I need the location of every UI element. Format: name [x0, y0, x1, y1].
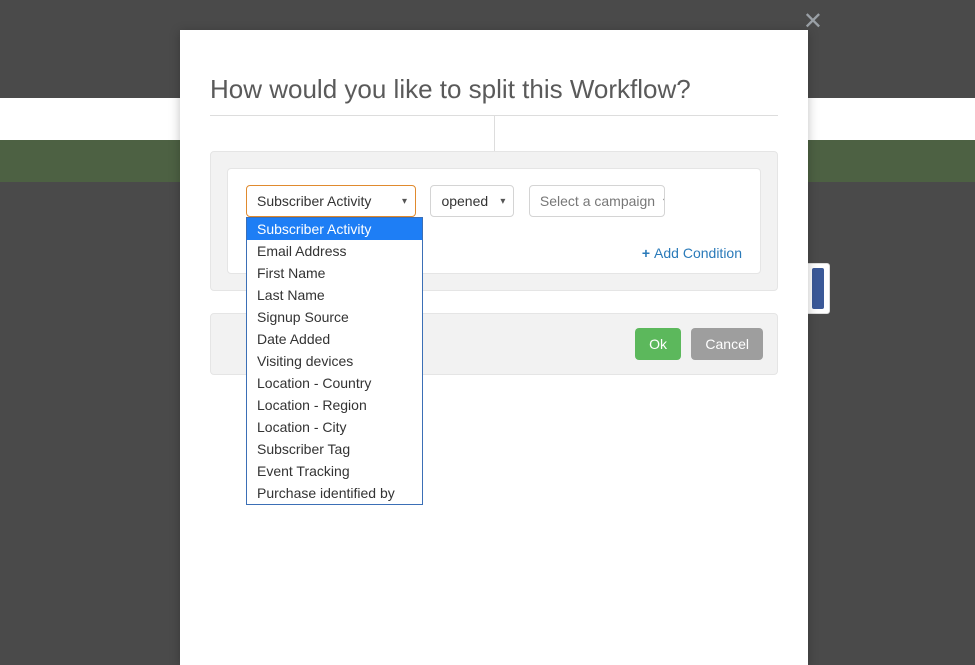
dropdown-option[interactable]: Purchase identified by	[247, 482, 422, 504]
chevron-down-icon: ▾	[402, 196, 407, 207]
dropdown-option[interactable]: Subscriber Tag	[247, 438, 422, 460]
dropdown-option[interactable]: Last Name	[247, 284, 422, 306]
chevron-down-icon: ▾	[663, 196, 665, 207]
field-select-value: Subscriber Activity	[257, 193, 371, 209]
modal-title: How would you like to split this Workflo…	[210, 30, 778, 115]
operator-select[interactable]: opened ▾	[430, 185, 514, 217]
campaign-select[interactable]: Select a campaign ▾	[529, 185, 665, 217]
add-condition-link[interactable]: +Add Condition	[642, 245, 742, 261]
dropdown-option[interactable]: Date Added	[247, 328, 422, 350]
dropdown-option[interactable]: Visiting devices	[247, 350, 422, 372]
dropdown-option[interactable]: Location - City	[247, 416, 422, 438]
dropdown-option[interactable]: First Name	[247, 262, 422, 284]
dropdown-option[interactable]: Location - Country	[247, 372, 422, 394]
field-select-dropdown: Subscriber Activity Email Address First …	[246, 217, 423, 505]
add-condition-label: Add Condition	[654, 245, 742, 261]
split-workflow-modal: How would you like to split this Workflo…	[180, 30, 808, 665]
conditions-panel: Subscriber Activity ▾ Subscriber Activit…	[210, 151, 778, 291]
dropdown-option[interactable]: Email Address	[247, 240, 422, 262]
campaign-select-placeholder: Select a campaign	[540, 193, 655, 209]
cancel-button[interactable]: Cancel	[691, 328, 763, 360]
field-select[interactable]: Subscriber Activity ▾ Subscriber Activit…	[246, 185, 416, 217]
plus-icon: +	[642, 245, 650, 261]
dropdown-option[interactable]: Subscriber Activity	[247, 218, 422, 240]
dropdown-option[interactable]: Signup Source	[247, 306, 422, 328]
title-divider	[210, 115, 778, 151]
operator-select-value: opened	[441, 193, 488, 209]
ok-button[interactable]: Ok	[635, 328, 681, 360]
chevron-down-icon: ▾	[500, 196, 505, 207]
dropdown-option[interactable]: Location - Region	[247, 394, 422, 416]
condition-row: Subscriber Activity ▾ Subscriber Activit…	[227, 168, 761, 274]
dropdown-option[interactable]: Event Tracking	[247, 460, 422, 482]
background-panel-snippet-color	[812, 268, 824, 309]
